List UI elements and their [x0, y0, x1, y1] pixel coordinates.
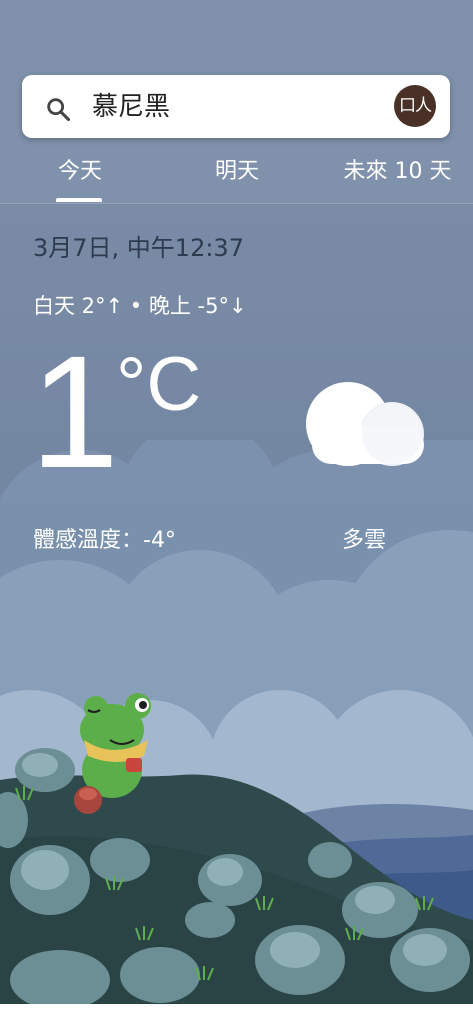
- current-temperature: 1: [30, 322, 119, 501]
- weather-condition: 多雲: [342, 528, 387, 553]
- tab-10-days[interactable]: 未來 10 天: [330, 152, 465, 192]
- tab-indicator: [56, 198, 102, 202]
- tab-tomorrow[interactable]: 明天: [187, 152, 287, 192]
- search-input[interactable]: 慕尼黑: [92, 87, 170, 127]
- weather-app: 慕尼黑 口人 今天 明天 未來 10 天 3月7日, 中午12:37 白天 2°…: [0, 0, 473, 1024]
- temperature-unit[interactable]: °C: [116, 340, 201, 430]
- avatar[interactable]: 口人: [394, 85, 436, 127]
- date-time: 3月7日, 中午12:37: [33, 234, 244, 262]
- search-icon[interactable]: [44, 95, 72, 123]
- cloud-icon: [306, 382, 424, 466]
- feels-like: 體感溫度：-4°: [33, 528, 176, 553]
- tab-today[interactable]: 今天: [30, 152, 130, 192]
- high-low-temperature: 白天 2°↑ • 晚上 -5°↓: [33, 294, 247, 318]
- search-bar[interactable]: [22, 75, 450, 138]
- bottom-bar: [0, 1004, 473, 1024]
